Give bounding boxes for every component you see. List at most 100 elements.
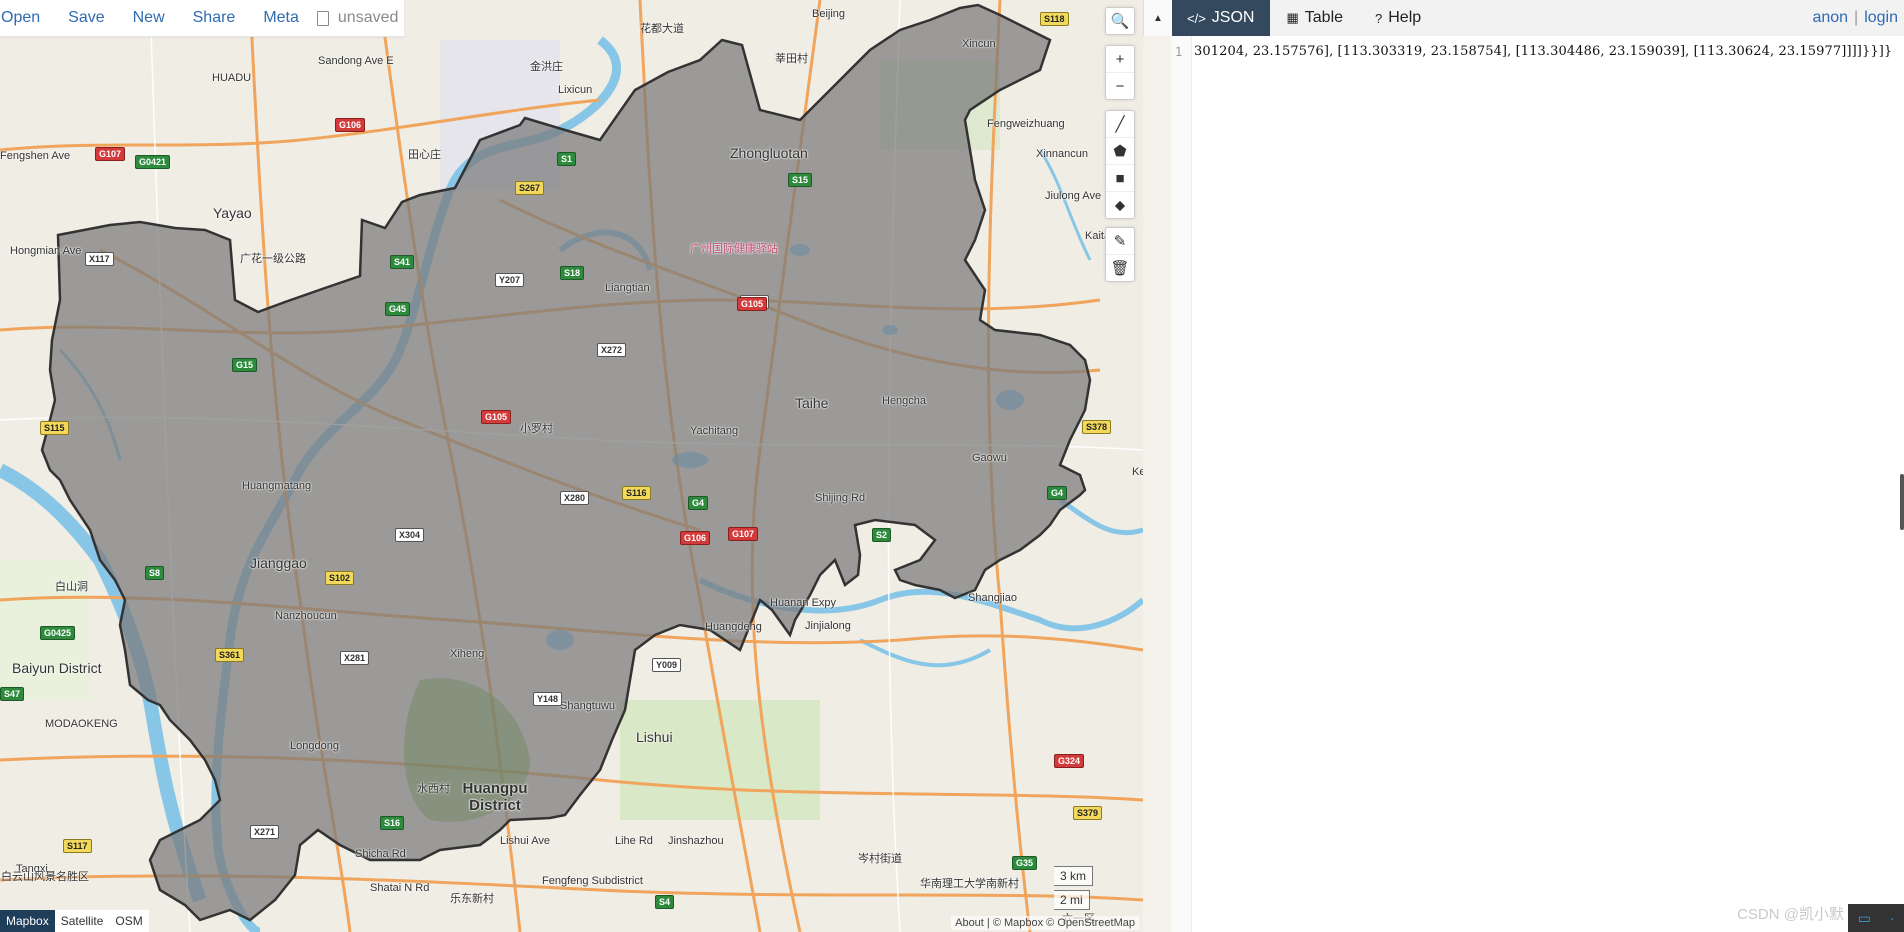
highway-shield: G15	[232, 358, 258, 372]
map-place-label: Shijing Rd	[815, 492, 866, 504]
delete-layers-icon[interactable]: 🗑	[1106, 254, 1134, 281]
highway-shield: S47	[0, 687, 25, 701]
tab-table-label: Table	[1304, 9, 1344, 26]
map-place-label: Baiyun District	[12, 660, 102, 676]
map-place-label: Huanan Expy	[770, 597, 837, 609]
map-place-label: Huangdeng	[705, 621, 762, 633]
highway-shield: X272	[597, 343, 627, 357]
line-gutter: 1	[1171, 36, 1192, 932]
map-place-label: Lixicun	[558, 84, 593, 96]
highway-shield: G107	[95, 147, 126, 161]
map-place-label: 白云山风景名胜区	[1, 871, 89, 883]
map-place-label: Huangmatang	[242, 480, 312, 492]
map-place-label: Yachitang	[690, 425, 739, 437]
tab-json[interactable]: </> JSON	[1171, 0, 1271, 36]
map-place-label: Lishui	[636, 729, 673, 745]
zoom-out-button[interactable]: −	[1106, 72, 1134, 99]
file-status: unsaved	[316, 9, 398, 27]
tab-help[interactable]: ? Help	[1359, 0, 1437, 36]
zoom-control: + −	[1105, 45, 1135, 100]
highway-shield: S16	[380, 816, 405, 830]
help-icon: ?	[1375, 10, 1383, 26]
draw-marker-icon[interactable]: ⬥	[1106, 191, 1134, 218]
basemap-mapbox-button[interactable]: Mapbox	[0, 910, 55, 932]
login-link[interactable]: login	[1864, 9, 1898, 27]
map-canvas[interactable]: Open Save New Share Meta unsaved 🔍 + − ╱…	[0, 0, 1143, 932]
map-place-label: Fengshen Ave	[0, 150, 71, 162]
draw-polygon-icon[interactable]: ⬟	[1106, 137, 1134, 164]
map-place-label: MODAOKENG	[45, 718, 118, 730]
map-place-label: 白山洞	[55, 581, 88, 593]
highway-shield: G106	[680, 531, 711, 545]
draw-toolbar: ╱ ⬟ ■ ⬥	[1105, 110, 1135, 219]
tab-help-label: Help	[1388, 9, 1422, 26]
search-control: 🔍	[1105, 7, 1135, 35]
map-place-label: Shangtuwu	[560, 700, 616, 712]
auth-links: anon | login	[1812, 0, 1904, 36]
tab-table[interactable]: ▦ Table	[1270, 0, 1359, 36]
map-place-label: Gaowu	[972, 452, 1007, 464]
highway-shield: S2	[872, 528, 892, 542]
highway-shield: S117	[63, 839, 92, 853]
save-menu[interactable]: Save	[68, 9, 104, 27]
highway-shield: S102	[325, 571, 355, 585]
draw-line-icon[interactable]: ╱	[1106, 111, 1134, 137]
highway-shield: S115	[40, 421, 69, 435]
basemap-switcher: Mapbox Satellite OSM	[0, 910, 149, 932]
highway-shield: S118	[1040, 12, 1069, 26]
map-place-label: Shicha Rd	[355, 848, 406, 860]
highway-shield: S18	[560, 266, 585, 280]
map-place-label: Beijing	[812, 8, 846, 20]
map-place-label: Lihe Rd	[615, 835, 653, 847]
map-place-label: Shangjiao	[968, 592, 1017, 604]
map-place-label: Liangtian	[605, 282, 650, 294]
line-number: 1	[1175, 45, 1183, 59]
map-place-label: 田心庄	[408, 149, 441, 161]
side-panel: </> JSON ▦ Table ? Help anon | login 1 3…	[1171, 0, 1904, 932]
code-icon: </>	[1187, 10, 1206, 26]
top-menu-bar: Open Save New Share Meta unsaved	[0, 0, 405, 37]
map-place-label: Hongmian Ave	[10, 245, 82, 257]
map-place-label: Jianggao	[250, 555, 307, 571]
map-place-label: Fengfeng Subdistrict	[542, 875, 643, 887]
highway-shield: G0421	[135, 155, 171, 169]
map-place-label: 乐东新村	[450, 893, 494, 905]
scale-imperial: 2 mi	[1054, 890, 1090, 910]
map-place-label: Lishui Ave	[500, 835, 550, 847]
resize-handle[interactable]	[1900, 474, 1904, 530]
basemap-osm-button[interactable]: OSM	[109, 910, 149, 932]
window-icon: ▭	[1857, 909, 1871, 926]
zoom-in-button[interactable]: +	[1106, 46, 1134, 72]
user-link[interactable]: anon	[1812, 9, 1848, 27]
highway-shield: G35	[1012, 856, 1038, 870]
map-place-label: Xincun	[962, 38, 996, 50]
map-place-label: 花都大道	[640, 23, 684, 35]
map-place-label: 莘田村	[775, 53, 808, 65]
search-icon[interactable]: 🔍	[1106, 8, 1134, 34]
draw-rectangle-icon[interactable]: ■	[1106, 164, 1134, 191]
edit-layers-icon[interactable]: ✎	[1106, 228, 1134, 254]
share-menu[interactable]: Share	[193, 9, 236, 27]
map-place-label: 金洪庄	[530, 61, 563, 73]
edit-toolbar: ✎ 🗑	[1105, 227, 1135, 282]
basemap-satellite-button[interactable]: Satellite	[54, 910, 110, 932]
meta-menu[interactable]: Meta	[263, 9, 299, 27]
json-editor[interactable]: 1 301204, 23.157576], [113.303319, 23.15…	[1171, 36, 1904, 932]
highway-shield: G107	[728, 527, 759, 541]
caret-up-icon: ▲	[1153, 12, 1163, 24]
code-line[interactable]: 301204, 23.157576], [113.303319, 23.1587…	[1191, 36, 1900, 66]
basemap-layer	[0, 0, 1143, 932]
highway-shield: X280	[560, 491, 590, 505]
new-menu[interactable]: New	[133, 9, 165, 27]
map-place-label: Hengcha	[882, 395, 927, 407]
map-place-label: 华南理工大学南新村	[920, 878, 1019, 890]
watermark: CSDN @凯小默	[1737, 906, 1844, 923]
tab-json-label: JSON	[1211, 9, 1255, 26]
map-place-label: 广花一级公路	[240, 253, 306, 265]
highway-shield: G4	[688, 496, 709, 510]
collapse-panel-button[interactable]: ▲	[1143, 0, 1172, 36]
map-place-label: 水西村	[417, 783, 450, 795]
map-place-label: HUADU	[212, 72, 252, 84]
map-attribution[interactable]: About | © Mapbox © OpenStreetMap	[951, 916, 1139, 930]
open-menu[interactable]: Open	[1, 9, 40, 27]
